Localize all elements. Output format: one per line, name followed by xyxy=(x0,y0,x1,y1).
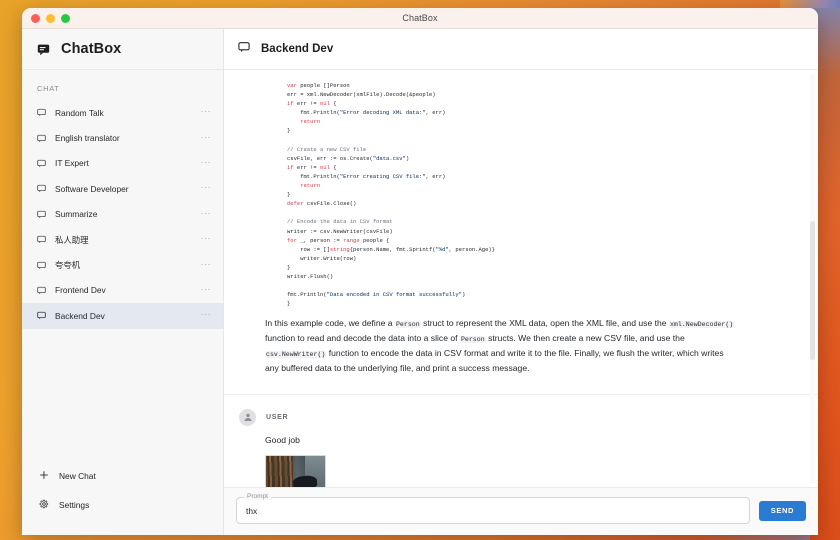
send-button[interactable]: SEND xyxy=(758,500,806,521)
user-message-text: Good job xyxy=(265,434,300,445)
inline-code-csv-newwriter: csv.NewWriter() xyxy=(265,350,327,358)
chat-bubble-icon xyxy=(238,40,250,58)
sidebar-item-summarize[interactable]: Summarize ··· xyxy=(22,202,223,227)
message-list[interactable]: var people []Person err = xml.NewDecoder… xyxy=(224,70,818,487)
item-menu-icon[interactable]: ··· xyxy=(201,157,212,167)
user-role-label: USER xyxy=(266,413,289,421)
item-menu-icon[interactable]: ··· xyxy=(201,183,212,192)
sidebar-item-label: Software Developer xyxy=(55,183,129,194)
item-menu-icon[interactable]: ··· xyxy=(201,107,212,116)
chat-bubble-icon xyxy=(37,43,50,56)
assistant-message: var people []Person err = xml.NewDecoder… xyxy=(224,81,818,375)
prompt-input-value: thx xyxy=(246,505,258,516)
sidebar-item-backend-dev[interactable]: Backend Dev ··· xyxy=(22,303,223,329)
message-scrollbar[interactable] xyxy=(810,74,815,483)
sidebar-item-compliment-machine[interactable]: 夸夸机 ··· xyxy=(22,252,223,277)
chat-bubble-icon xyxy=(37,210,46,219)
para-text-4: function to read and decode the data int… xyxy=(265,333,460,344)
chat-bubble-icon xyxy=(37,184,46,193)
assistant-paragraph: In this example code, we define a Person… xyxy=(265,317,737,374)
item-menu-icon[interactable]: ··· xyxy=(201,208,212,218)
sidebar-item-label: Frontend Dev xyxy=(55,285,106,296)
app-window: ChatBox ChatBox CHAT Random Talk ··· Eng… xyxy=(22,8,818,535)
scrollbar-thumb[interactable] xyxy=(810,221,815,361)
window-titlebar[interactable]: ChatBox xyxy=(22,8,818,29)
sidebar-item-label: English translator xyxy=(55,133,120,144)
sidebar-brand: ChatBox xyxy=(22,29,223,70)
sidebar-section-label: CHAT xyxy=(37,84,60,93)
chat-bubble-icon xyxy=(37,159,46,168)
para-text-6: structs. We then create a new CSV file, … xyxy=(485,333,685,344)
page-title: Backend Dev xyxy=(261,43,334,55)
desktop-top-accent xyxy=(780,0,840,8)
prompt-input[interactable]: Prompt thx xyxy=(236,493,750,524)
user-message-image-attachment[interactable] xyxy=(265,454,326,487)
sidebar-item-label: Random Talk xyxy=(55,107,104,118)
settings-label: Settings xyxy=(59,499,90,510)
sidebar-item-label: Backend Dev xyxy=(55,310,105,321)
sidebar-item-software-developer[interactable]: Software Developer ··· xyxy=(22,176,223,201)
brand-name: ChatBox xyxy=(61,41,122,57)
para-text-0: In this example code, we define a xyxy=(265,318,395,329)
plus-icon xyxy=(39,467,49,485)
user-message: USER Good job xyxy=(224,408,818,487)
inline-code-xml-newdecoder: xml.NewDecoder() xyxy=(668,321,735,329)
chat-bubble-icon xyxy=(37,235,46,244)
item-menu-icon[interactable]: ··· xyxy=(201,284,212,294)
new-chat-label: New Chat xyxy=(59,470,96,481)
sidebar-item-frontend-dev[interactable]: Frontend Dev ··· xyxy=(22,278,223,303)
sidebar-item-label: IT Expert xyxy=(55,158,89,169)
item-menu-icon[interactable]: ··· xyxy=(201,234,212,243)
sidebar-item-label: 夸夸机 xyxy=(55,260,81,271)
chat-list: Random Talk ··· English translator ··· I… xyxy=(22,100,223,329)
sidebar: ChatBox CHAT Random Talk ··· English tra… xyxy=(22,29,224,535)
item-menu-icon[interactable]: ··· xyxy=(201,132,212,142)
para-text-8: function to encode the data in CSV forma… xyxy=(265,347,724,373)
user-avatar-icon xyxy=(239,408,256,426)
sidebar-item-english-translator[interactable]: English translator ··· xyxy=(22,125,223,150)
chat-bubble-icon xyxy=(37,261,46,270)
photo-shading xyxy=(266,455,325,487)
chat-bubble-icon xyxy=(37,134,46,143)
window-body: ChatBox CHAT Random Talk ··· English tra… xyxy=(22,29,818,535)
chat-bubble-icon xyxy=(37,311,46,320)
composer: Prompt thx SEND xyxy=(224,487,818,535)
inline-code-person-2: Person xyxy=(459,336,486,344)
item-menu-icon[interactable]: ··· xyxy=(201,259,212,269)
sidebar-item-it-expert[interactable]: IT Expert ··· xyxy=(22,151,223,176)
code-block[interactable]: var people []Person err = xml.NewDecoder… xyxy=(265,81,778,308)
settings-button[interactable]: Settings xyxy=(22,490,223,519)
chat-bubble-icon xyxy=(37,286,46,295)
sidebar-item-label: 私人助理 xyxy=(55,234,89,245)
new-chat-button[interactable]: New Chat xyxy=(22,461,223,490)
gear-icon xyxy=(39,496,49,514)
item-menu-icon[interactable]: ··· xyxy=(201,310,212,319)
user-message-header: USER xyxy=(239,408,818,426)
para-text-2: struct to represent the XML data, open t… xyxy=(420,318,669,329)
conversation-header: Backend Dev xyxy=(224,29,818,70)
chat-bubble-icon xyxy=(37,108,46,117)
main-panel: Backend Dev var people []Person err = xm… xyxy=(224,29,818,535)
sidebar-item-personal-assistant[interactable]: 私人助理 ··· xyxy=(22,227,223,252)
inline-code-person-1: Person xyxy=(394,321,421,329)
sidebar-item-label: Summarize xyxy=(55,209,98,220)
sidebar-item-random-talk[interactable]: Random Talk ··· xyxy=(22,100,223,125)
window-title: ChatBox xyxy=(402,13,438,23)
prompt-field-label: Prompt xyxy=(244,493,271,500)
sidebar-actions: New Chat Settings xyxy=(22,461,223,535)
message-divider xyxy=(224,393,818,395)
